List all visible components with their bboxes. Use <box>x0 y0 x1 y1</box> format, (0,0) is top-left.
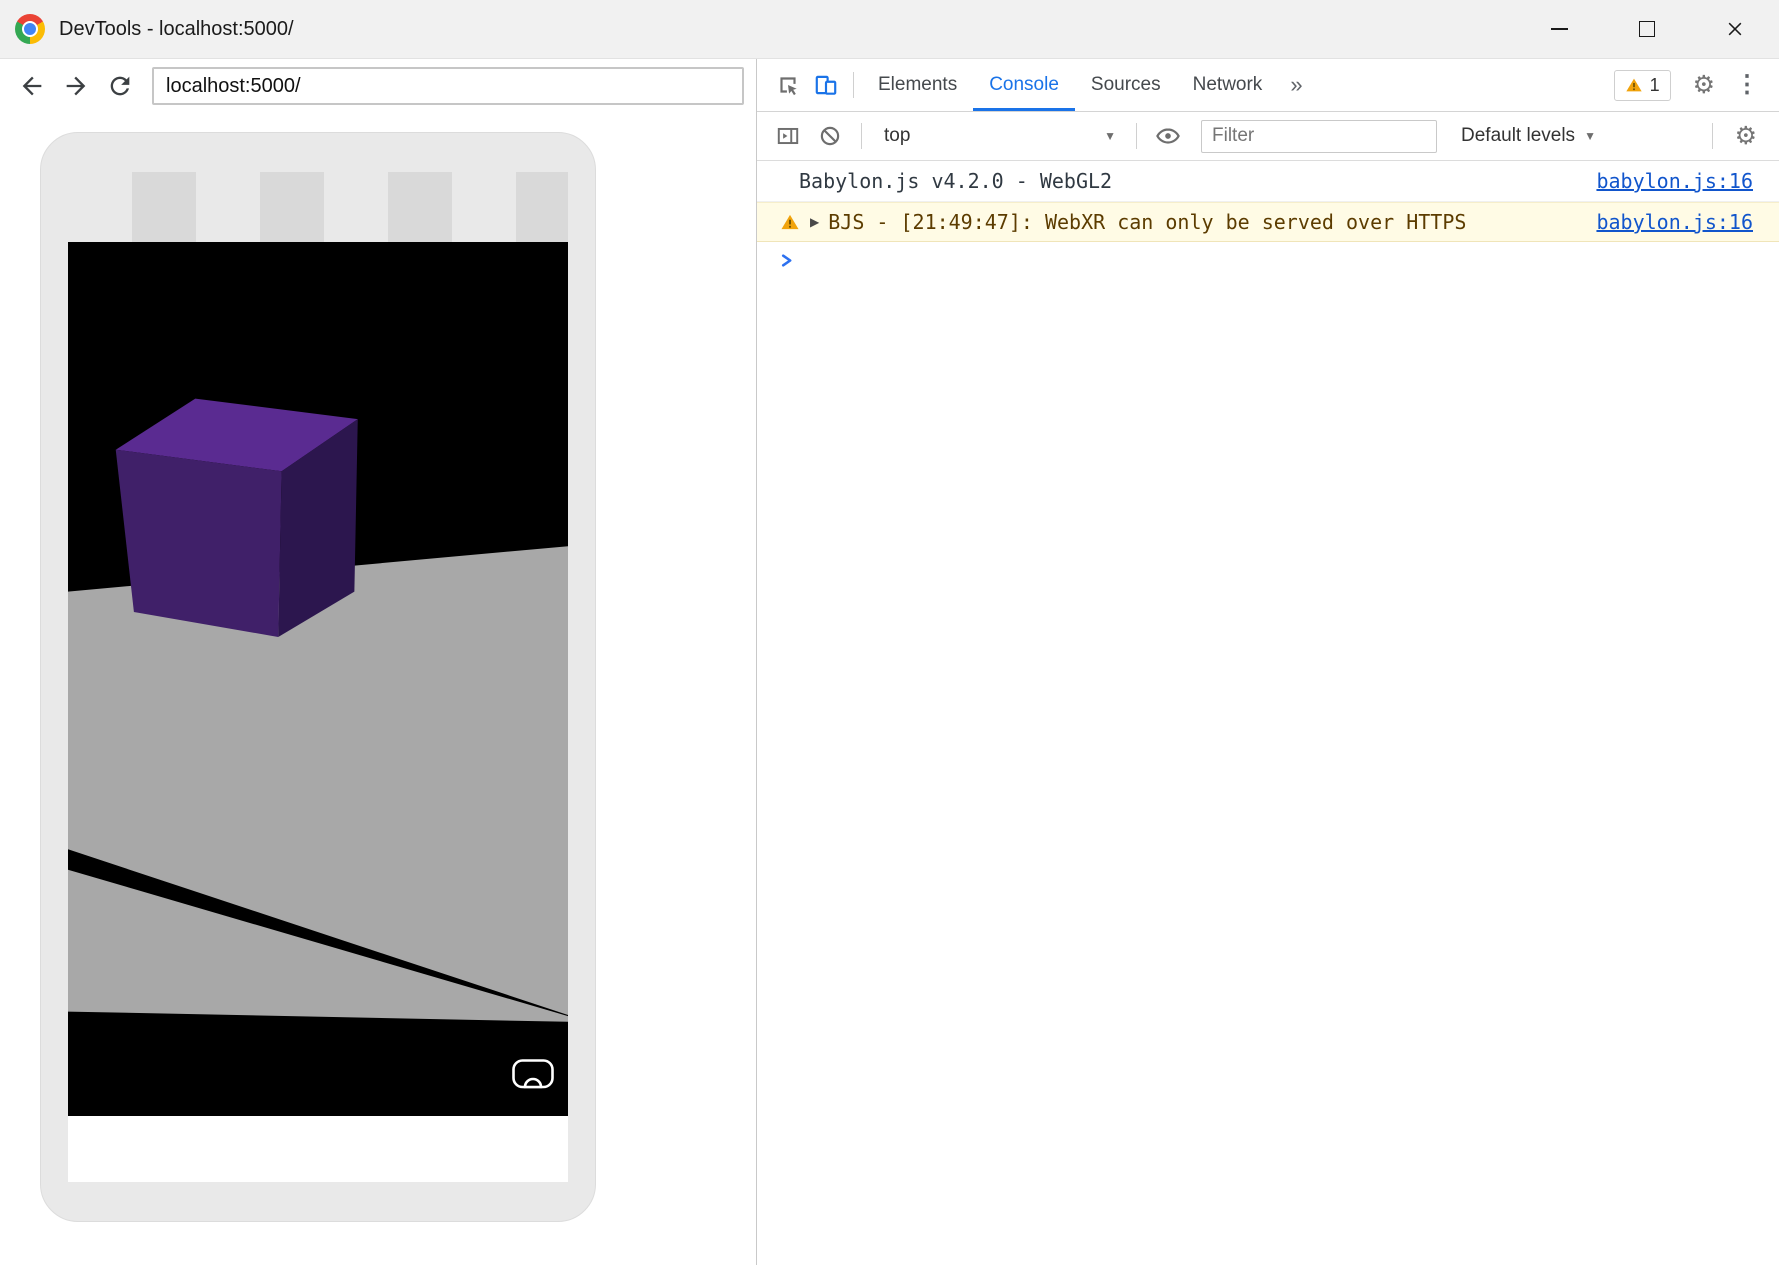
device-toolbar-toggle[interactable] <box>807 64 845 107</box>
tab-console[interactable]: Console <box>973 59 1075 111</box>
forward-button[interactable] <box>56 66 96 106</box>
separator <box>853 72 854 98</box>
console-message-text: Babylon.js v4.2.0 - WebGL2 <box>799 169 1112 193</box>
babylon-canvas[interactable] <box>68 242 568 1116</box>
expand-message-arrow[interactable]: ▶ <box>810 215 819 229</box>
separator <box>1136 123 1137 149</box>
clear-console-icon <box>817 123 843 149</box>
window-title: DevTools - localhost:5000/ <box>59 18 1515 41</box>
console-message-info: Babylon.js v4.2.0 - WebGL2 babylon.js:16 <box>757 161 1779 202</box>
console-message-warning: ▶ BJS - [21:49:47]: WebXR can only be se… <box>757 202 1779 242</box>
console-sidebar-toggle[interactable] <box>769 115 807 158</box>
devtools-pane: Elements Console Sources Network » 1 ⚙ ⋮ <box>757 59 1779 1265</box>
tab-sources[interactable]: Sources <box>1075 59 1177 111</box>
url-input[interactable] <box>154 69 742 103</box>
page-viewport <box>0 113 756 1265</box>
more-tabs-button[interactable]: » <box>1278 72 1314 98</box>
browser-pane <box>0 59 757 1265</box>
console-filter-input[interactable] <box>1201 120 1437 153</box>
execution-context-selector[interactable]: top ▼ <box>874 125 1124 147</box>
back-arrow-icon <box>18 72 46 100</box>
console-output: Babylon.js v4.2.0 - WebGL2 babylon.js:16… <box>757 161 1779 1265</box>
device-screen <box>68 172 568 1182</box>
separator <box>861 123 862 149</box>
console-source-link[interactable]: babylon.js:16 <box>1572 210 1753 234</box>
vr-goggles-button[interactable] <box>512 1059 554 1091</box>
forward-arrow-icon <box>62 72 90 100</box>
execution-context-label: top <box>884 125 910 147</box>
clear-console-button[interactable] <box>811 115 849 158</box>
tab-elements[interactable]: Elements <box>862 59 973 111</box>
browser-toolbar <box>0 59 756 113</box>
console-message-text: BJS - [21:49:47]: WebXR can only be serv… <box>828 210 1466 234</box>
inspect-element-button[interactable] <box>769 64 807 107</box>
address-bar <box>152 67 744 105</box>
chrome-logo-icon <box>15 14 45 44</box>
chevron-down-icon: ▼ <box>1104 129 1116 143</box>
issues-warning-badge[interactable]: 1 <box>1614 70 1671 101</box>
cube-front-face <box>116 450 282 637</box>
warning-count: 1 <box>1650 75 1660 96</box>
inspect-cursor-icon <box>775 72 801 98</box>
console-source-link[interactable]: babylon.js:16 <box>1572 169 1753 193</box>
maximize-icon <box>1639 21 1655 37</box>
log-levels-selector[interactable]: Default levels ▼ <box>1461 125 1596 147</box>
warning-triangle-icon <box>780 212 800 232</box>
devtools-settings-button[interactable]: ⚙ <box>1683 73 1725 98</box>
close-icon <box>1725 19 1745 39</box>
log-levels-label: Default levels <box>1461 125 1575 147</box>
tab-network[interactable]: Network <box>1177 59 1279 111</box>
reload-button[interactable] <box>100 66 140 106</box>
console-prompt[interactable] <box>757 242 1779 279</box>
device-frame <box>40 132 596 1222</box>
minimize-button[interactable] <box>1515 0 1603 58</box>
device-status-bar-checker <box>68 172 568 242</box>
titlebar: DevTools - localhost:5000/ <box>0 0 1779 59</box>
console-sidebar-icon <box>775 123 801 149</box>
devtools-tabbar: Elements Console Sources Network » 1 ⚙ ⋮ <box>757 59 1779 112</box>
console-settings-button[interactable]: ⚙ <box>1725 124 1767 149</box>
window-controls <box>1515 0 1779 58</box>
back-button[interactable] <box>12 66 52 106</box>
separator <box>1712 123 1713 149</box>
chevron-down-icon: ▼ <box>1584 129 1596 143</box>
window-body: Elements Console Sources Network » 1 ⚙ ⋮ <box>0 59 1779 1265</box>
device-toolbar-icon <box>813 72 839 98</box>
close-button[interactable] <box>1691 0 1779 58</box>
3d-scene <box>68 242 568 1116</box>
eye-icon <box>1155 123 1181 149</box>
minimize-icon <box>1551 28 1568 30</box>
console-toolbar: top ▼ Default levels ▼ ⚙ <box>757 112 1779 161</box>
maximize-button[interactable] <box>1603 0 1691 58</box>
reload-icon <box>106 72 134 100</box>
live-expression-button[interactable] <box>1149 115 1187 158</box>
warning-triangle-icon <box>1625 76 1643 94</box>
devtools-menu-button[interactable]: ⋮ <box>1725 73 1769 97</box>
console-prompt-chevron-icon <box>780 253 795 268</box>
device-screen-footer <box>68 1116 568 1182</box>
